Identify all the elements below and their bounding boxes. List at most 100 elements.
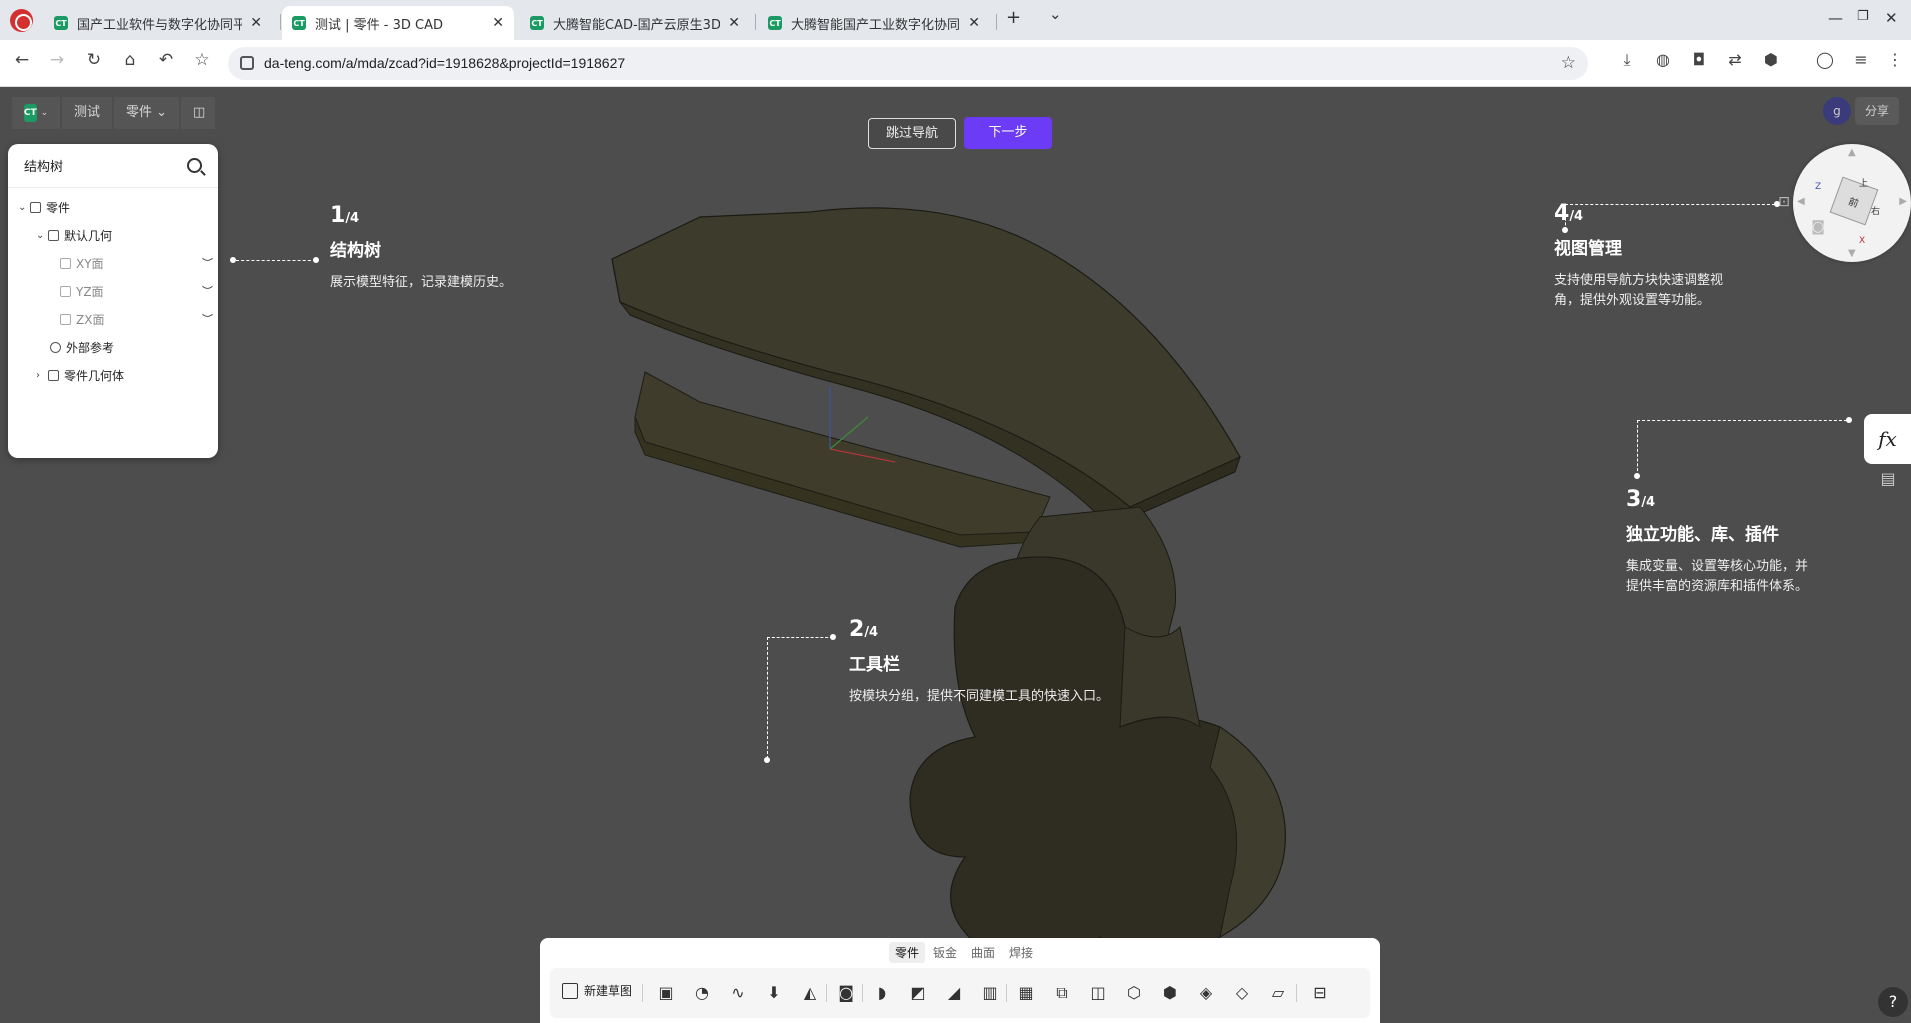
tree-item-label: ZX面 <box>76 312 105 327</box>
measure-icon[interactable]: ⊟ <box>1310 983 1330 1003</box>
site-info-icon[interactable] <box>240 56 254 70</box>
tab-part[interactable]: 零件 <box>889 942 926 963</box>
fillet-icon[interactable]: ◗ <box>872 983 892 1003</box>
rotate-down-icon[interactable]: ▼ <box>1848 248 1856 259</box>
library-icon[interactable]: ▤ <box>1874 469 1902 493</box>
rib-icon[interactable]: ◭ <box>800 983 820 1003</box>
step-title: 视图管理 <box>1554 239 1622 259</box>
project-name[interactable]: 测试 <box>62 97 113 129</box>
new-tab-button[interactable]: + <box>1006 7 1021 28</box>
tab-surface[interactable]: 曲面 <box>965 942 1001 963</box>
bookmark-star-icon[interactable]: ☆ <box>1561 53 1576 73</box>
view-fit-icon[interactable]: ⊡ <box>1774 194 1794 214</box>
variables-fx-button[interactable]: fx <box>1864 414 1911 464</box>
chevron-down-icon[interactable]: ⌄ <box>18 202 30 213</box>
undo-icon[interactable]: ↶ <box>154 50 178 70</box>
boolean-icon[interactable]: ⬡ <box>1124 983 1144 1003</box>
step-title: 结构树 <box>330 241 381 261</box>
browser-tab-bar: CT 国产工业软件与数字化协同平 ✕ CT 测试 | 零件 - 3D CAD ✕… <box>0 0 1911 40</box>
settings-icon[interactable]: ≡ <box>1850 50 1872 69</box>
rotate-left-icon[interactable]: ◀ <box>1797 196 1805 207</box>
restore-window-icon[interactable]: ❐ <box>1857 9 1869 24</box>
browser-tab-3[interactable]: CT 大腾智能CAD-国产云原生3D ✕ <box>520 6 750 40</box>
back-icon[interactable]: ← <box>10 50 34 70</box>
hidden-eye-icon[interactable]: ︶ <box>202 255 213 271</box>
step-number: 1/4 <box>330 203 512 228</box>
rotate-up-icon[interactable]: ▲ <box>1848 147 1856 158</box>
hidden-eye-icon[interactable]: ︶ <box>202 283 213 299</box>
share-button[interactable]: 分享 <box>1854 97 1899 125</box>
reload-icon[interactable]: ↻ <box>82 50 106 70</box>
shell-icon[interactable]: ▥ <box>980 983 1000 1003</box>
reference-plane-icon[interactable]: ▱ <box>1268 983 1288 1003</box>
document-type-dropdown[interactable]: 零件 ⌄ <box>114 97 180 129</box>
menu-icon[interactable]: ⋮ <box>1884 50 1906 69</box>
panel-toggle-icon[interactable]: ◫ <box>181 97 216 129</box>
tab-list-button[interactable]: ⌄ <box>1049 5 1062 23</box>
mirror-icon[interactable]: ⧉ <box>1052 983 1072 1003</box>
forward-icon[interactable]: → <box>45 50 69 70</box>
tab-close-icon[interactable]: ✕ <box>720 15 740 31</box>
tab-close-icon[interactable]: ✕ <box>960 15 980 31</box>
tab-sheet-metal[interactable]: 钣金 <box>927 942 963 963</box>
globe-icon[interactable]: ◍ <box>1652 50 1674 69</box>
help-button[interactable]: ? <box>1878 987 1908 1017</box>
screenshot-icon[interactable]: ◘ <box>1688 50 1710 69</box>
tree-item-yz-plane[interactable]: YZ面 ︶ <box>60 281 213 301</box>
navigation-cube[interactable]: ▲ ▼ ◀ ▶ 前 上 右 Z X <box>1793 144 1911 262</box>
move-body-icon[interactable]: ◈ <box>1196 983 1216 1003</box>
rotate-right-icon[interactable]: ▶ <box>1899 196 1907 207</box>
minimize-window-icon[interactable]: — <box>1828 9 1843 27</box>
revolve-icon[interactable]: ◔ <box>692 983 712 1003</box>
close-window-icon[interactable]: ✕ <box>1885 9 1898 27</box>
url-text[interactable]: da-teng.com/a/mda/zcad?id=1918628&projec… <box>264 55 625 71</box>
home-icon[interactable]: ⌂ <box>118 50 142 70</box>
tab-weld[interactable]: 焊接 <box>1003 942 1039 963</box>
tree-item-zx-plane[interactable]: ZX面 ︶ <box>60 309 213 329</box>
body-icon <box>48 369 59 381</box>
transform-icon[interactable]: ◇ <box>1232 983 1252 1003</box>
toolbar-separator <box>826 984 827 1002</box>
app-logo-menu[interactable]: CT ⌄ <box>12 97 60 129</box>
hole-icon[interactable]: ◙ <box>836 983 856 1003</box>
step-description: 展示模型特征，记录建模历史。 <box>330 275 513 290</box>
download-icon[interactable]: ⤓ <box>1616 50 1638 70</box>
favorite-star-icon[interactable]: ☆ <box>190 50 214 70</box>
draft-icon[interactable]: ◢ <box>944 983 964 1003</box>
tree-item-label: 零件几何体 <box>64 368 125 383</box>
tree-item-external-reference[interactable]: 外部参考 <box>50 337 240 357</box>
profile-icon[interactable]: ◯ <box>1814 50 1836 69</box>
tab-title: 大腾智能国产工业数字化协同 <box>791 17 961 33</box>
url-bar[interactable]: da-teng.com/a/mda/zcad?id=1918628&projec… <box>228 47 1588 80</box>
extrude-icon[interactable]: ▣ <box>656 983 676 1003</box>
chevron-down-icon[interactable]: ⌄ <box>36 230 48 241</box>
chevron-right-icon[interactable]: › <box>36 370 48 381</box>
tree-item-part-bodies[interactable]: › 零件几何体 <box>36 365 226 385</box>
new-sketch-button[interactable]: 新建草图 <box>562 982 632 999</box>
tree-item-default-geometry[interactable]: ⌄ 默认几何 <box>36 225 226 245</box>
browser-tab-1[interactable]: CT 国产工业软件与数字化协同平 ✕ <box>44 6 272 40</box>
chamfer-icon[interactable]: ◩ <box>908 983 928 1003</box>
appearance-icon[interactable]: ◙ <box>1808 219 1828 239</box>
hidden-eye-icon[interactable]: ︶ <box>202 311 213 327</box>
solid-icon[interactable]: ⬢ <box>1160 983 1180 1003</box>
loft-icon[interactable]: ⬇ <box>764 983 784 1003</box>
cube-front-face[interactable]: 前 <box>1829 176 1879 226</box>
user-avatar[interactable]: g <box>1822 97 1851 125</box>
tab-close-icon[interactable]: ✕ <box>242 15 262 31</box>
pattern-icon[interactable]: ▦ <box>1016 983 1036 1003</box>
search-icon[interactable] <box>187 158 202 173</box>
share-icon[interactable]: ⇄ <box>1724 50 1746 69</box>
split-icon[interactable]: ◫ <box>1088 983 1108 1003</box>
tree-item-part[interactable]: ⌄ 零件 <box>18 197 208 217</box>
ai-icon[interactable]: ⬢ <box>1760 50 1782 69</box>
step-index: 3 <box>1626 487 1642 512</box>
browser-tab-4[interactable]: CT 大腾智能国产工业数字化协同 ✕ <box>758 6 990 40</box>
browser-tab-2[interactable]: CT 测试 | 零件 - 3D CAD ✕ <box>282 6 514 40</box>
next-step-button[interactable]: 下一步 <box>964 117 1052 149</box>
tree-item-xy-plane[interactable]: XY面 ︶ <box>60 253 213 273</box>
tab-close-icon[interactable]: ✕ <box>484 15 504 31</box>
guide-step-3: 3/4 独立功能、库、插件 集成变量、设置等核心功能，并 提供丰富的资源库和插件体… <box>1626 487 1808 597</box>
sweep-icon[interactable]: ∿ <box>728 983 748 1003</box>
skip-guide-button[interactable]: 跳过导航 <box>868 118 956 149</box>
